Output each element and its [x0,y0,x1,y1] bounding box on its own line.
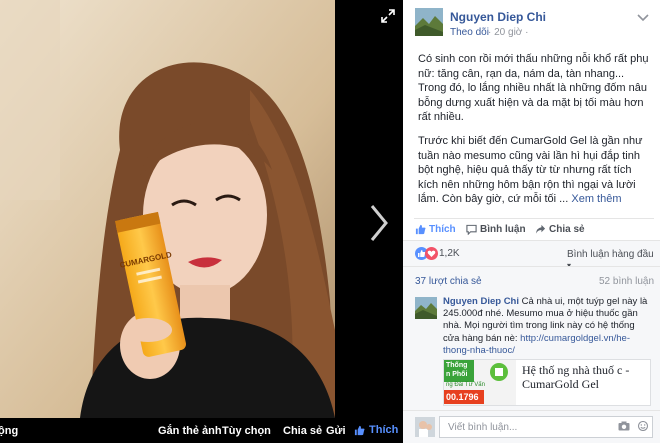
post-stats: 37 lượt chia sẻ 52 bình luận [403,266,660,292]
avatar-landscape-image [415,297,437,319]
viewer-avatar [415,417,435,437]
comment-count: 52 bình luận [599,276,655,287]
thumbs-up-icon [354,425,365,435]
post-actions: Thích Bình luận Chia sẻ [414,218,654,240]
love-reaction-icon[interactable] [425,247,438,260]
like-photo-label: Thích [369,424,399,436]
photo-viewer: CUMARGOLD ộng Gắn thẻ ảnh Tùy chọn Chia … [0,0,403,443]
comment-button[interactable]: Bình luận [466,224,526,235]
comment-label: Bình luận [480,224,526,235]
comment-author-name[interactable]: Nguyen Diep Chi [443,296,519,307]
emoji-smile-icon[interactable] [637,421,649,431]
options-button[interactable]: Tùy chọn [222,425,271,437]
post-paragraph-1: Có sinh con rồi mới thấu những nỗi khổ r… [418,53,649,124]
preview-img-text-2: n Phối [446,371,468,378]
expand-fullscreen-icon[interactable] [380,8,396,24]
link-preview-title: Hệ thố ng nhà thuố c - CumarGold Gel [522,363,630,391]
tag-photo-button[interactable]: Gắn thẻ ảnh [158,425,222,437]
share-arrow-icon [535,224,546,234]
share-post-button[interactable]: Chia sẻ [535,224,585,235]
like-post-label: Thích [429,224,456,235]
avatar-landscape-image [415,8,443,36]
like-photo-button[interactable]: Thích [354,424,398,436]
comment-bubble-icon [466,224,477,235]
top-comment: Nguyen Diep Chi Cả nhà ui, một tuýp gel … [403,292,660,410]
author-avatar[interactable] [415,8,443,36]
share-count-link[interactable]: 37 lượt chia sẻ [415,276,482,287]
post-header: Nguyen Diep Chi Theo dõi · 20 giờ · [403,0,660,44]
preview-img-phone: 00.1796 [446,392,479,402]
post-author-name[interactable]: Nguyen Diep Chi [450,10,546,24]
link-preview-image: Thống n Phối ng Đài Tư Vấn 00.1796 [444,360,516,405]
bar-cut-text: ộng [0,425,19,437]
comment-composer: Viết bình luận... [403,410,660,443]
post-panel: Nguyen Diep Chi Theo dõi · 20 giờ · Có s… [403,0,660,443]
post-options-chevron-icon[interactable] [637,14,649,22]
camera-icon[interactable] [618,421,630,431]
photo-action-bar: ộng Gắn thẻ ảnh Tùy chọn Chia sẻ Gửi Thí… [0,418,403,443]
post-photo[interactable]: CUMARGOLD [0,0,335,418]
share-post-label: Chia sẻ [549,224,585,235]
preview-img-text-1: Thống [446,362,468,369]
comment-text: Nguyen Diep Chi Cả nhà ui, một tuýp gel … [443,296,653,357]
viewer-photo-image [415,417,435,437]
post-timestamp: · 20 giờ · [488,27,529,38]
thumbs-up-icon [415,224,426,235]
see-more-link[interactable]: Xem thêm [571,193,621,205]
commenter-avatar[interactable] [415,297,437,319]
next-photo-chevron-icon[interactable] [366,200,394,246]
follow-link[interactable]: Theo dõi [450,27,489,38]
share-button[interactable]: Chia sẻ [283,425,322,437]
photo-illustration: CUMARGOLD [0,0,335,418]
link-preview-card[interactable]: Thống n Phối ng Đài Tư Vấn 00.1796 Hệ th… [443,359,651,406]
comment-sort-label: Bình luận hàng đầu [567,249,654,260]
like-post-button[interactable]: Thích [415,224,456,235]
send-button[interactable]: Gửi [326,425,346,437]
reaction-bar: 1,2K Bình luận hàng đầu ▾ [403,240,660,270]
post-body: Có sinh con rồi mới thấu những nỗi khổ r… [418,52,654,207]
reaction-count[interactable]: 1,2K [439,248,460,259]
preview-img-text-3: ng Đài Tư Vấn [446,382,485,388]
